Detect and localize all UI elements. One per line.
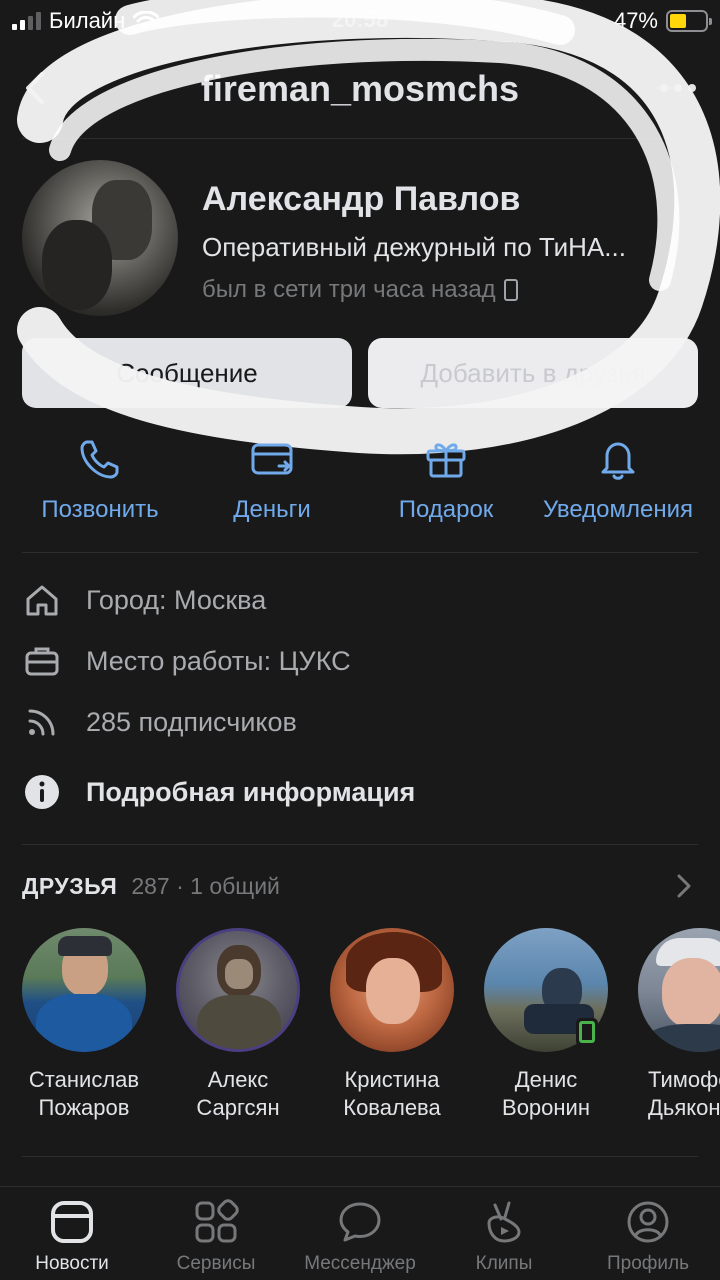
gift-icon	[426, 443, 466, 478]
clips-icon	[487, 1201, 521, 1243]
info-icon	[25, 775, 59, 809]
friend-name: ТимофейДьяконов	[648, 1067, 720, 1120]
info-details[interactable]: Подробная информация	[22, 770, 702, 814]
friend-card[interactable]: Кристина Ковалева	[330, 928, 454, 1122]
tab-services[interactable]: Сервисы	[144, 1199, 288, 1275]
page-title: fireman_mosmchs	[200, 68, 520, 109]
actions-divider	[22, 552, 698, 553]
tab-news[interactable]: Новости	[0, 1199, 144, 1275]
last-seen: был в сети три часа назад	[202, 276, 518, 304]
friends-header[interactable]: ДРУЗЬЯ 287 · 1 общий	[22, 866, 702, 906]
friends-divider	[22, 1156, 698, 1157]
followers-feed-icon	[28, 709, 55, 736]
friend-avatar	[330, 928, 454, 1052]
friend-name: Алекс Саргсян	[196, 1067, 280, 1120]
battery-indicator: 47%	[613, 8, 712, 34]
tab-bar: Новости Сервисы Мессенджер Клипы Профиль	[0, 1186, 720, 1280]
money-label: Деньги	[233, 496, 311, 523]
phone-icon	[80, 440, 119, 479]
friend-avatar	[176, 928, 300, 1052]
online-mobile-badge	[576, 1018, 598, 1046]
more-options-icon[interactable]	[654, 76, 702, 100]
call-action[interactable]: Позвонить	[10, 436, 190, 524]
add-friend-button[interactable]: Добавить в друзья	[368, 338, 698, 408]
call-label: Позвонить	[41, 496, 159, 523]
battery-fill	[670, 14, 686, 28]
message-button[interactable]: Сообщение	[22, 338, 352, 408]
profile-header: Александр Павлов Оперативный дежурный по…	[22, 160, 702, 320]
friend-card[interactable]: ТимофейДьяконов	[638, 928, 720, 1122]
followers-text: 285 подписчиков	[86, 706, 297, 737]
status-bar: Билайн 20:58 47%	[0, 0, 720, 40]
info-city: Город: Москва	[22, 578, 702, 622]
money-transfer-icon	[251, 443, 293, 475]
messenger-icon	[339, 1202, 381, 1242]
chevron-right-icon	[677, 874, 691, 898]
battery-percent: 47%	[613, 8, 658, 33]
tab-messenger[interactable]: Мессенджер	[288, 1199, 432, 1275]
tab-news-label: Новости	[35, 1253, 109, 1274]
info-followers[interactable]: 285 подписчиков	[22, 700, 702, 744]
last-seen-text: был в сети три часа назад	[202, 276, 496, 303]
details-text: Подробная информация	[86, 776, 416, 807]
profile-actions: Позвонить Деньги Подарок Уведомления	[0, 436, 720, 536]
friend-card[interactable]: Станислав Пожаров	[22, 928, 146, 1122]
friend-name: Станислав Пожаров	[28, 1067, 140, 1120]
gift-action[interactable]: Подарок	[356, 436, 536, 524]
tab-messenger-label: Мессенджер	[304, 1253, 416, 1274]
friend-name: Денис Воронин	[502, 1067, 590, 1120]
tab-services-label: Сервисы	[176, 1253, 256, 1274]
tab-profile[interactable]: Профиль	[576, 1199, 720, 1275]
friends-count: 287 · 1 общий	[131, 872, 280, 899]
friend-card[interactable]: Алекс Саргсян	[176, 928, 300, 1122]
header-divider	[22, 138, 698, 139]
tab-clips[interactable]: Клипы	[432, 1199, 576, 1275]
work-text: Место работы: ЦУКС	[86, 645, 351, 676]
bell-icon	[601, 442, 635, 480]
tab-profile-label: Профиль	[606, 1253, 690, 1274]
notifications-action[interactable]: Уведомления	[528, 436, 708, 524]
friend-avatar	[638, 928, 720, 1052]
info-work[interactable]: Место работы: ЦУКС	[22, 639, 702, 683]
tab-clips-label: Клипы	[475, 1253, 533, 1274]
nav-bar: fireman_mosmchs	[0, 56, 720, 122]
profile-status[interactable]: Оперативный дежурный по ТиНА...	[202, 232, 626, 263]
services-icon	[195, 1199, 239, 1243]
clock: 20:58	[331, 7, 389, 32]
battery-icon	[666, 10, 712, 32]
news-icon	[51, 1201, 93, 1243]
city-text: Город: Москва	[86, 584, 267, 615]
profile-icon	[627, 1201, 669, 1243]
mobile-device-icon	[503, 279, 518, 301]
friends-title: ДРУЗЬЯ	[22, 872, 118, 899]
profile-name: Александр Павлов	[202, 180, 521, 218]
money-action[interactable]: Деньги	[182, 436, 362, 524]
briefcase-icon	[25, 647, 59, 676]
home-icon	[26, 585, 58, 616]
profile-avatar[interactable]	[22, 160, 178, 316]
friend-avatar	[22, 928, 146, 1052]
notifications-label: Уведомления	[542, 496, 694, 523]
info-divider	[22, 844, 698, 845]
friend-name: Кристина Ковалева	[343, 1067, 441, 1120]
gift-label: Подарок	[398, 496, 494, 523]
